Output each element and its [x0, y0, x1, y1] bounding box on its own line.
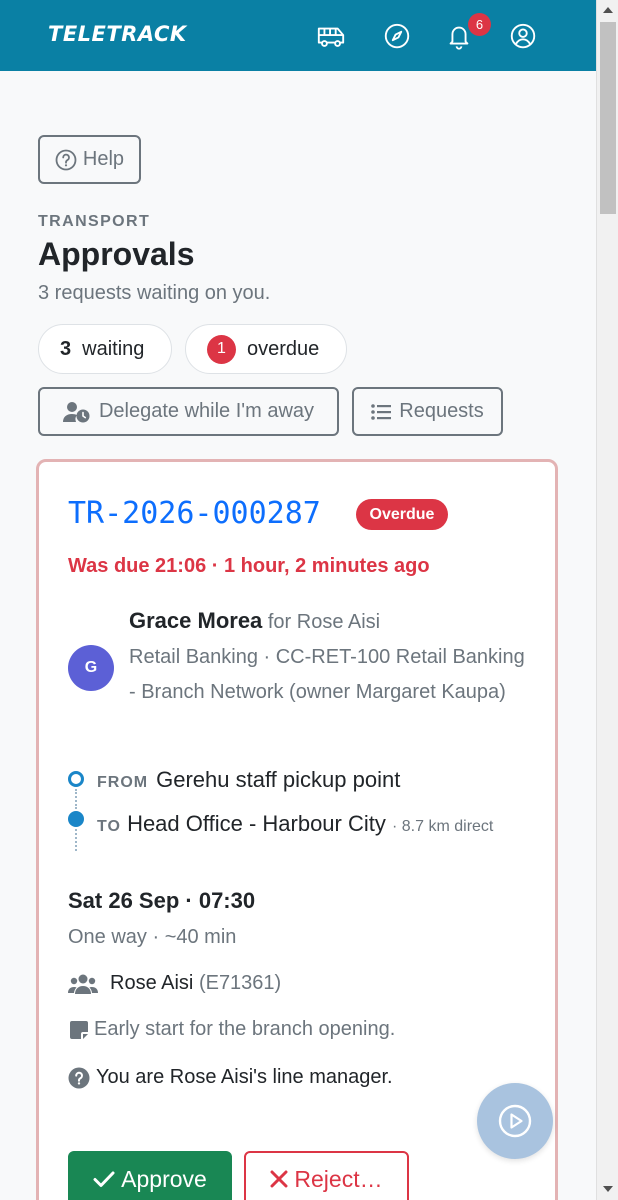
scroll-up-arrow-icon[interactable] — [603, 7, 613, 13]
from-label: FROM — [97, 774, 149, 791]
delegate-label: Delegate while I'm away — [98, 400, 315, 422]
section-eyebrow: TRANSPORT — [38, 213, 151, 230]
trip-type-duration: One way · ~40 min — [68, 926, 237, 948]
sticky-note-icon — [70, 1020, 88, 1039]
avatar: G — [68, 645, 114, 691]
requests-label: Requests — [399, 400, 484, 422]
page-scrollbar[interactable] — [596, 0, 618, 1200]
route-connector — [75, 789, 77, 809]
note-text: Early start for the branch opening. — [94, 1018, 396, 1040]
waiting-count: 3 — [60, 337, 72, 360]
request-reference[interactable]: TR-2026-000287 — [68, 496, 321, 531]
scroll-down-arrow-icon[interactable] — [603, 1186, 613, 1192]
department-text: Retail Banking · CC-RET-100 Retail Banki… — [129, 646, 525, 703]
manager-text: You are Rose Aisi's line manager. — [96, 1066, 393, 1088]
bus-icon[interactable] — [313, 18, 349, 54]
request-card: TR-2026-000287 Overdue Was due 21:06 · 1… — [36, 459, 558, 1200]
play-tour-button[interactable] — [477, 1083, 553, 1159]
check-icon — [93, 1171, 115, 1187]
route-connector-tail — [75, 829, 77, 851]
overdue-filter-pill[interactable]: 1 overdue — [185, 324, 347, 374]
manager-relationship: You are Rose Aisi's line manager. — [68, 1066, 393, 1089]
passenger-employee-id: (E71361) — [198, 972, 282, 994]
to-label: TO — [97, 818, 121, 835]
play-circle-icon — [498, 1104, 532, 1138]
approve-button[interactable]: Approve — [68, 1151, 232, 1200]
notification-count-badge: 6 — [468, 13, 491, 36]
due-text: Was due 21:06 · 1 hour, 2 minutes ago — [68, 555, 430, 577]
delegate-button[interactable]: Delegate while I'm away — [38, 387, 339, 436]
user-clock-icon — [62, 401, 90, 422]
requester-name: Grace Morea — [129, 608, 263, 633]
passenger-row: Rose Aisi (E71361) — [68, 972, 281, 995]
page-subtitle: 3 requests waiting on you. — [38, 282, 271, 304]
route-to: TO Head Office - Harbour City · 8.7 km d… — [97, 806, 537, 845]
scrollbar-thumb[interactable] — [600, 22, 616, 214]
requests-button[interactable]: Requests — [352, 387, 503, 436]
to-location: Head Office - Harbour City — [127, 811, 386, 836]
reject-button[interactable]: Reject… — [244, 1151, 409, 1200]
top-navbar: TELETRACK 6 — [0, 0, 596, 71]
brand-logo[interactable]: TELETRACK — [48, 22, 187, 46]
user-circle-icon[interactable] — [505, 18, 541, 54]
close-icon — [270, 1170, 288, 1188]
approve-label: Approve — [121, 1165, 207, 1192]
route-from: FROM Gerehu staff pickup point — [97, 767, 400, 793]
list-icon — [371, 403, 392, 420]
route-distance: · 8.7 km direct — [392, 818, 494, 835]
waiting-filter-pill[interactable]: 3 waiting — [38, 324, 172, 374]
page-title: Approvals — [38, 236, 195, 272]
status-badge: Overdue — [356, 499, 448, 530]
help-label: Help — [82, 148, 125, 170]
reject-label: Reject… — [294, 1165, 383, 1192]
requester-info: Grace Morea for Rose Aisi Retail Banking… — [129, 603, 529, 710]
on-behalf-of: for Rose Aisi — [267, 611, 381, 633]
overdue-label: overdue — [247, 337, 320, 360]
question-circle-icon — [55, 149, 77, 170]
question-circle-icon — [68, 1067, 90, 1088]
route-destination-dot-icon — [68, 811, 84, 827]
overdue-count-badge: 1 — [207, 334, 236, 364]
compass-icon[interactable] — [379, 18, 415, 54]
help-button[interactable]: Help — [38, 135, 141, 184]
waiting-label: waiting — [82, 337, 145, 360]
users-icon — [68, 974, 98, 994]
trip-date-time: Sat 26 Sep · 07:30 — [68, 888, 256, 913]
request-note: Early start for the branch opening. — [68, 1018, 395, 1041]
route-origin-dot-icon — [68, 771, 84, 787]
from-location: Gerehu staff pickup point — [156, 767, 401, 792]
passenger-name: Rose Aisi — [110, 972, 194, 994]
